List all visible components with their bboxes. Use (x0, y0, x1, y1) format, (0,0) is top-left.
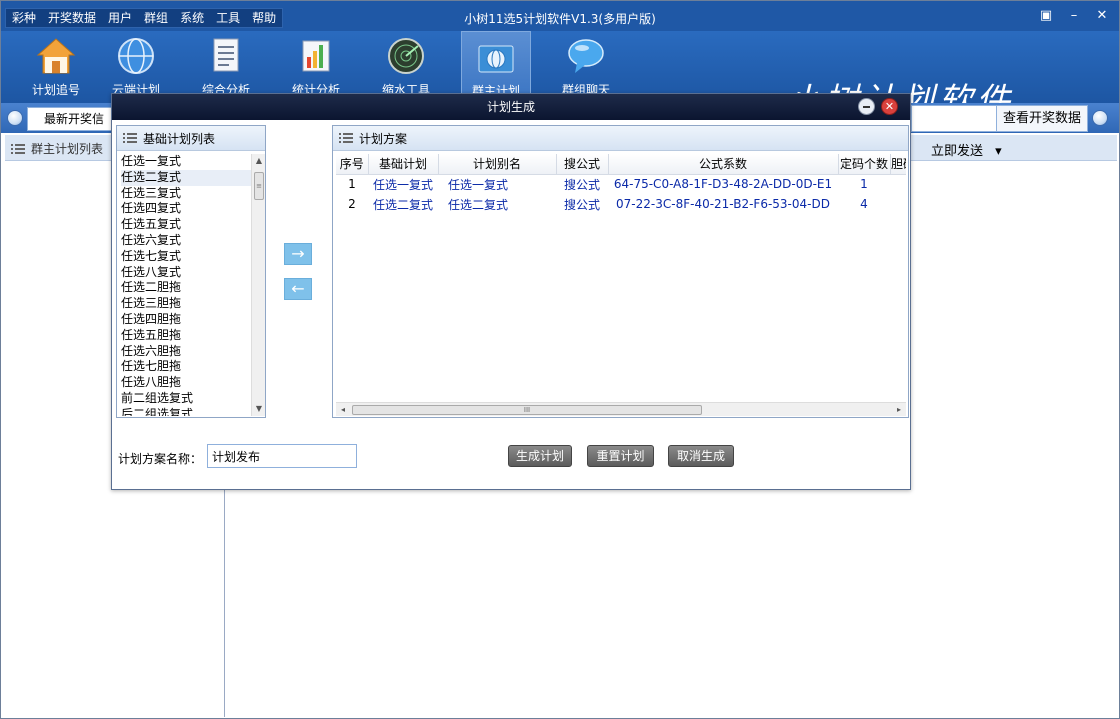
base-plan-scrollbar[interactable]: ▲ ≡ ▼ (251, 154, 265, 416)
bar-chart-icon (302, 40, 330, 72)
list-item[interactable]: 后二组选复式 (121, 407, 251, 416)
list-icon (339, 132, 353, 144)
close-button[interactable]: ✕ (1095, 9, 1109, 23)
main-window: 彩种 开奖数据 用户 群组 系统 工具 帮助 小树11选5计划软件V1.3(多用… (0, 0, 1120, 719)
plan-scheme-panel: 计划方案 序号 基础计划 计划别名 搜公式 公式系数 定码个数 胆 1 任选一复… (332, 125, 909, 418)
plan-name-input[interactable] (207, 444, 357, 468)
cell-base-plan: 任选一复式 (372, 177, 433, 192)
draw-info-refresh-button[interactable] (1092, 110, 1108, 126)
search-formula-link[interactable]: 搜公式 (556, 174, 608, 194)
column-header-no[interactable]: 序号 (336, 154, 369, 175)
grip-icon: ≡ (256, 182, 262, 190)
cell-fixed-count[interactable]: 4 (838, 194, 890, 214)
cancel-generate-button[interactable]: 取消生成 (668, 445, 734, 467)
list-item[interactable]: 任选六复式 (121, 233, 251, 249)
base-plan-list[interactable]: 任选一复式 任选二复式 任选三复式 任选四复式 任选五复式 任选六复式 任选七复式 任选八复式… (121, 154, 251, 416)
cell-coefficient: 64-75-C0-A8-1F-D3-48-2A-DD-0D-E1 (613, 177, 833, 192)
base-plan-panel: 基础计划列表 任选一复式 任选二复式 任选三复式 任选四复式 任选五复式 任选六复式 任选七… (116, 125, 266, 418)
column-header-coefficient[interactable]: 公式系数 (608, 154, 839, 175)
list-item[interactable]: 前二组选复式 (121, 391, 251, 407)
document-icon (213, 38, 239, 72)
list-item[interactable]: 任选四复式 (121, 201, 251, 217)
column-header-alias[interactable]: 计划别名 (438, 154, 557, 175)
cell-alias[interactable]: 任选一复式 (438, 174, 556, 194)
house-icon (36, 38, 76, 74)
send-now-dropdown[interactable]: 立即发送 ▾ (931, 140, 1002, 159)
cell-banker[interactable] (890, 194, 906, 214)
title-bar: 彩种 开奖数据 用户 群组 系统 工具 帮助 小树11选5计划软件V1.3(多用… (1, 1, 1119, 31)
search-formula-link[interactable]: 搜公式 (556, 194, 608, 214)
scroll-up-icon[interactable]: ▲ (252, 154, 266, 168)
send-now-label: 立即发送 (931, 144, 984, 159)
cell-coefficient: 07-22-3C-8F-40-21-B2-F6-53-04-DD (616, 197, 830, 211)
draw-info-display (911, 105, 997, 132)
radar-icon (388, 38, 424, 74)
dialog-minimize-button[interactable] (858, 98, 875, 115)
list-item[interactable]: 任选八复式 (121, 265, 251, 281)
group-plan-list-title: 群主计划列表 (11, 140, 103, 157)
scroll-left-icon[interactable]: ◂ (336, 403, 350, 417)
list-item[interactable]: 任选二复式 (121, 169, 251, 186)
group-plan-list-label: 群主计划列表 (31, 142, 104, 156)
list-item[interactable]: 任选三复式 (121, 186, 251, 202)
plan-scheme-table: 序号 基础计划 计划别名 搜公式 公式系数 定码个数 胆码 1 任选一复式 (336, 154, 906, 402)
view-draw-data-button[interactable]: 查看开奖数据 (996, 105, 1088, 132)
chat-bubble-icon (568, 39, 604, 73)
plan-scheme-hscrollbar[interactable]: ◂ III ▸ (336, 402, 906, 416)
folder-globe-icon (478, 45, 514, 73)
list-icon (123, 132, 137, 144)
table-row[interactable]: 2 任选二复式 任选二复式 搜公式 07-22-3C-8F-40-21-B2-F… (336, 194, 906, 214)
plan-scheme-panel-title: 计划方案 (359, 131, 408, 146)
feedback-icon[interactable]: ▣ (1039, 9, 1053, 23)
globe-icon (118, 38, 154, 74)
list-item[interactable]: 任选六胆拖 (121, 344, 251, 360)
cell-fixed-count[interactable]: 1 (838, 174, 890, 194)
list-item[interactable]: 任选五复式 (121, 217, 251, 233)
cell-no: 1 (348, 177, 356, 192)
window-title: 小树11选5计划软件V1.3(多用户版) (464, 12, 656, 26)
scroll-thumb[interactable]: III (352, 405, 702, 415)
list-item[interactable]: 任选四胆拖 (121, 312, 251, 328)
cell-base-plan: 任选二复式 (372, 197, 433, 212)
scroll-right-icon[interactable]: ▸ (892, 403, 906, 417)
column-header-search-formula[interactable]: 搜公式 (556, 154, 609, 175)
dialog-title: 计划生成 (112, 94, 910, 120)
grip-icon: III (523, 406, 531, 414)
add-plan-arrow-button[interactable]: → (284, 243, 312, 265)
table-row[interactable]: 1 任选一复式 任选一复式 搜公式 64-75-C0-A8-1F-D3-48-2… (336, 174, 906, 194)
plan-name-label: 计划方案名称： (118, 452, 203, 466)
chevron-down-icon: ▾ (995, 144, 1002, 159)
list-item[interactable]: 任选三胆拖 (121, 296, 251, 312)
plan-generate-dialog: 计划生成 ✕ 基础计划列表 任选一复式 任选二复式 任选三复式 任选四复式 任选五复式任… (111, 93, 911, 490)
generate-plan-button[interactable]: 生成计划 (508, 445, 572, 467)
table-header-row: 序号 基础计划 计划别名 搜公式 公式系数 定码个数 胆码 (336, 154, 906, 175)
remove-plan-arrow-button[interactable]: ← (284, 278, 312, 300)
list-item[interactable]: 任选八胆拖 (121, 375, 251, 391)
base-plan-panel-header: 基础计划列表 (117, 126, 265, 151)
list-icon (11, 143, 25, 155)
dialog-close-button[interactable]: ✕ (881, 98, 898, 115)
toolbar-label: 计划追号 (31, 83, 80, 97)
list-item[interactable]: 任选七胆拖 (121, 359, 251, 375)
reset-plan-button[interactable]: 重置计划 (587, 445, 654, 467)
toolbar-plan-tracking-button[interactable]: 计划追号 (21, 31, 91, 103)
plan-scheme-panel-header: 计划方案 (333, 126, 908, 151)
cell-no: 2 (348, 197, 356, 211)
list-item[interactable]: 任选七复式 (121, 249, 251, 265)
list-item[interactable]: 任选一复式 (121, 154, 251, 170)
cell-alias[interactable]: 任选二复式 (438, 194, 556, 214)
column-header-banker[interactable]: 胆码 (890, 154, 906, 175)
base-plan-panel-title: 基础计划列表 (143, 131, 216, 146)
scroll-down-icon[interactable]: ▼ (252, 402, 266, 416)
list-item[interactable]: 任选五胆拖 (121, 328, 251, 344)
cell-banker[interactable] (890, 174, 906, 194)
minimize-button[interactable]: – (1067, 9, 1081, 23)
list-item[interactable]: 任选二胆拖 (121, 280, 251, 296)
column-header-fixed-count[interactable]: 定码个数 (838, 154, 891, 175)
scroll-thumb[interactable]: ≡ (254, 172, 264, 200)
column-header-base-plan[interactable]: 基础计划 (368, 154, 439, 175)
draw-info-toggle-button[interactable] (7, 110, 23, 126)
